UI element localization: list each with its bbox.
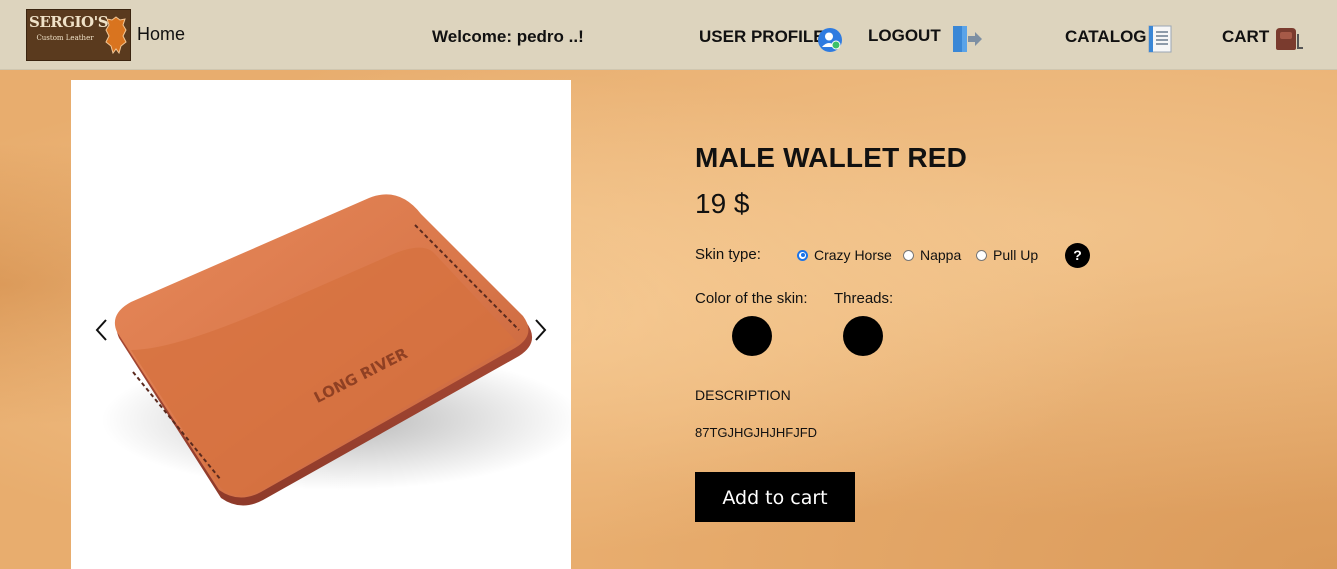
radio-label: Nappa	[920, 247, 962, 263]
skin-type-help-button[interactable]: ?	[1065, 243, 1090, 268]
skin-type-option-crazy-horse[interactable]: Crazy Horse	[797, 246, 892, 264]
radio-label: Pull Up	[993, 247, 1039, 263]
cart-icon[interactable]	[1273, 26, 1305, 52]
user-profile-icon[interactable]	[817, 27, 843, 53]
description-text: 87TGJHGJHJHFJFD	[695, 425, 818, 440]
nav-logout-link[interactable]: LOGOUT	[868, 26, 941, 46]
brand-logo[interactable]: SERGIO'S Custom Leather	[26, 9, 131, 61]
leather-hide-icon	[105, 16, 127, 54]
logout-icon[interactable]	[951, 24, 983, 54]
radio-pull-up[interactable]	[976, 249, 987, 261]
radio-crazy-horse[interactable]	[797, 249, 808, 261]
logo-title: SERGIO'S	[29, 13, 109, 31]
logo-subtitle: Custom Leather	[36, 34, 94, 42]
add-to-cart-button[interactable]: Add to cart	[695, 472, 855, 522]
skin-color-label: Color of the skin:	[695, 290, 808, 307]
skin-type-option-pull-up[interactable]: Pull Up	[976, 246, 1038, 264]
top-navbar: SERGIO'S Custom Leather Home Welcome: pe…	[0, 0, 1337, 70]
catalog-icon[interactable]	[1146, 24, 1174, 54]
description-heading: DESCRIPTION	[695, 387, 791, 403]
radio-label: Crazy Horse	[814, 247, 892, 263]
nav-cart-link[interactable]: CART	[1222, 27, 1269, 47]
thread-color-swatch[interactable]	[843, 316, 883, 356]
nav-catalog-link[interactable]: CATALOG	[1065, 27, 1147, 47]
radio-nappa[interactable]	[903, 249, 914, 261]
skin-type-label: Skin type:	[695, 246, 761, 263]
product-image: LONG RIVER	[101, 194, 571, 506]
skin-color-swatch[interactable]	[732, 316, 772, 356]
skin-type-option-nappa[interactable]: Nappa	[903, 246, 961, 264]
carousel-next-icon[interactable]	[530, 318, 550, 342]
welcome-message: Welcome: pedro ..!	[432, 27, 584, 46]
nav-home-link[interactable]: Home	[137, 24, 185, 45]
carousel-prev-icon[interactable]	[92, 318, 112, 342]
product-title: MALE WALLET RED	[695, 142, 968, 173]
product-image-carousel: LONG RIVER	[71, 80, 571, 569]
nav-user-profile-link[interactable]: USER PROFILE	[699, 27, 825, 47]
product-price: 19 $	[695, 188, 750, 219]
threads-label: Threads:	[834, 290, 894, 307]
